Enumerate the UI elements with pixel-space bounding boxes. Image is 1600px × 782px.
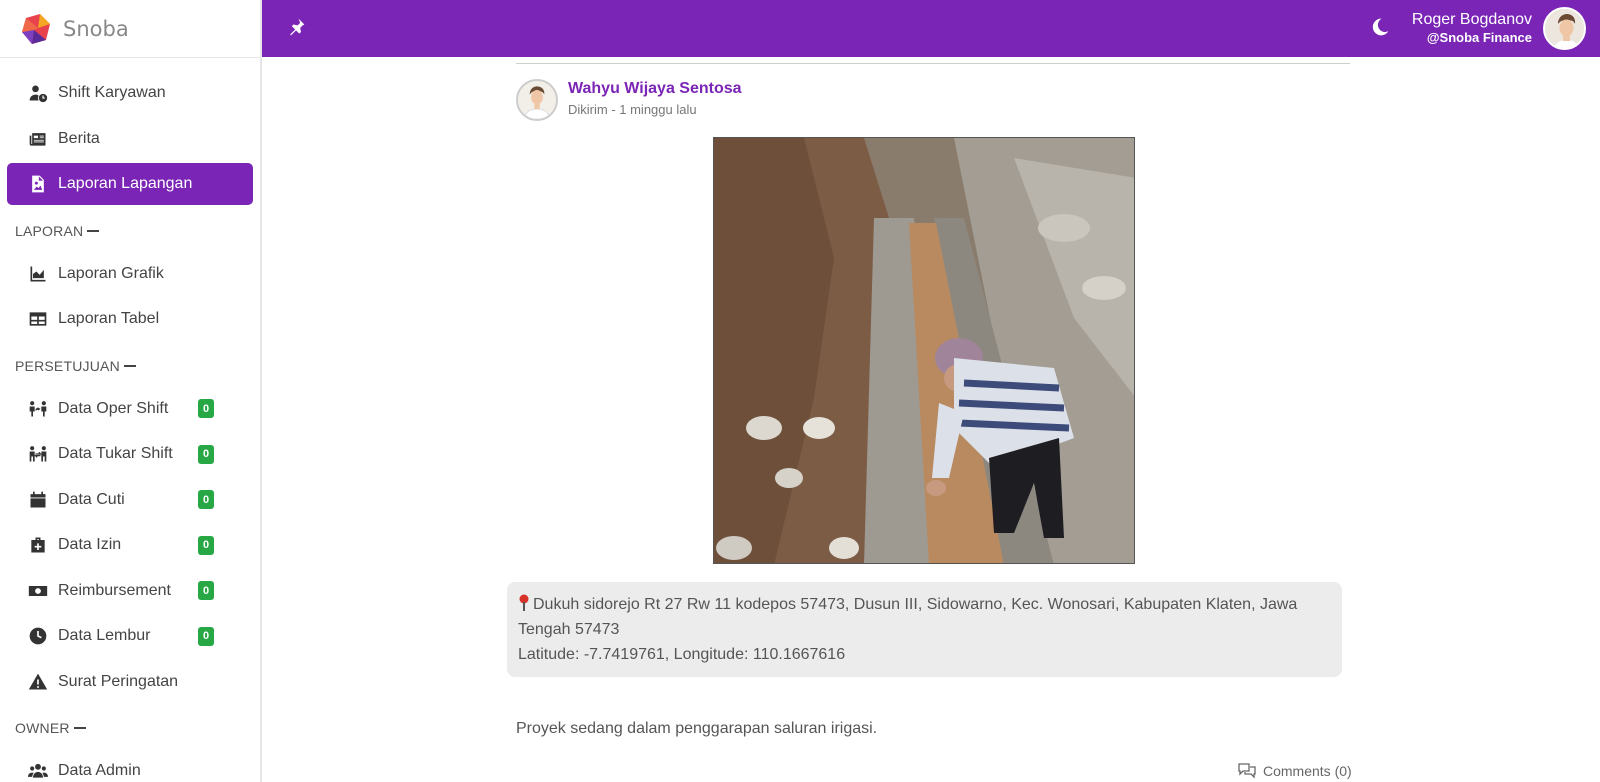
count-badge: 0 — [198, 490, 214, 509]
dark-mode-toggle-icon[interactable] — [1370, 17, 1392, 39]
sidebar-item-label: Laporan Lapangan — [58, 175, 193, 192]
collapse-icon — [87, 229, 100, 232]
sidebar-item-label: Data Izin — [58, 536, 122, 553]
comments-label: Comments (0) — [1263, 763, 1352, 779]
pin-icon[interactable] — [286, 17, 306, 37]
snoba-logo-icon — [22, 13, 50, 44]
section-persetujuan[interactable]: PERSETUJUAN — [0, 344, 260, 388]
count-badge: 0 — [198, 581, 214, 600]
sidebar-item-shift-karyawan[interactable]: Shift Karyawan — [7, 72, 253, 114]
sidebar-item-label: Berita — [58, 129, 100, 147]
people-exchange-icon — [27, 443, 49, 465]
sidebar-item-label: Data Cuti — [58, 490, 125, 508]
sidebar-item-data-admin[interactable]: Data Admin — [7, 750, 253, 782]
post-caption: Proyek sedang dalam penggarapan saluran … — [516, 720, 878, 737]
section-laporan[interactable]: LAPORAN — [0, 209, 260, 253]
sidebar-item-berita[interactable]: Berita — [7, 118, 253, 160]
sidebar-item-label: Data Lembur — [58, 627, 151, 644]
sidebar-nav: Shift Karyawan Berita Laporan Lapangan L… — [0, 58, 260, 782]
money-bill-icon — [27, 580, 49, 602]
field-report-photo[interactable] — [713, 137, 1135, 564]
sidebar-item-reimbursement[interactable]: Reimbursement 0 — [7, 570, 253, 612]
sidebar-item-label: Surat Peringatan — [58, 672, 179, 690]
users-icon — [27, 760, 49, 782]
sidebar-item-label: Laporan Grafik — [58, 264, 164, 282]
count-badge: 0 — [198, 626, 214, 646]
sidebar-item-data-cuti[interactable]: Data Cuti 0 — [7, 479, 253, 521]
warning-icon — [27, 671, 49, 693]
sidebar-item-label: Data Tukar Shift — [58, 445, 173, 462]
section-label: OWNER — [15, 720, 70, 736]
post-author-avatar[interactable] — [516, 79, 558, 121]
collapse-icon — [123, 364, 136, 367]
sidebar-item-laporan-grafik[interactable]: Laporan Grafik — [7, 253, 253, 295]
topbar: Roger Bogdanov @Snoba Finance — [262, 0, 1600, 57]
comments-icon — [1238, 763, 1256, 779]
collapse-icon — [73, 727, 86, 729]
post-author-name[interactable]: Wahyu Wijaya Sentosa — [568, 80, 742, 98]
chart-area-icon — [27, 263, 49, 285]
sidebar-item-data-tukar-shift[interactable]: Data Tukar Shift 0 — [7, 433, 253, 475]
sidebar-item-data-lembur[interactable]: Data Lembur 0 — [7, 615, 253, 657]
section-label: LAPORAN — [15, 222, 84, 239]
count-badge: 0 — [198, 444, 214, 464]
location-coordinates: Latitude: -7.7419761, Longitude: 110.166… — [518, 646, 846, 663]
location-info: Dukuh sidorejo Rt 27 Rw 11 kodepos 57473… — [507, 582, 1342, 677]
brand-name: Snoba — [63, 16, 129, 41]
calendar-icon — [27, 489, 49, 511]
post-time: Dikirim - 1 minggu lalu — [568, 102, 697, 117]
divider — [516, 63, 1350, 64]
brand[interactable]: Snoba — [0, 0, 260, 58]
sidebar: Snoba Shift Karyawan Berita Laporan Lapa… — [0, 0, 262, 782]
sidebar-item-laporan-lapangan[interactable]: Laporan Lapangan — [7, 163, 253, 205]
section-owner[interactable]: OWNER — [0, 706, 260, 750]
comments-link[interactable]: Comments (0) — [1237, 762, 1352, 780]
sidebar-item-label: Data Admin — [58, 762, 141, 779]
sidebar-item-label: Laporan Tabel — [58, 310, 160, 327]
file-image-icon — [27, 173, 49, 195]
sidebar-item-laporan-tabel[interactable]: Laporan Tabel — [7, 298, 253, 340]
sidebar-item-data-izin[interactable]: Data Izin 0 — [7, 524, 253, 566]
avatar[interactable] — [1543, 7, 1586, 50]
user-name: Roger Bogdanov — [1411, 11, 1532, 28]
table-icon — [27, 308, 49, 330]
clock-icon — [27, 625, 49, 647]
people-arrows-icon — [27, 398, 49, 420]
user-menu[interactable]: Roger Bogdanov @Snoba Finance — [1412, 10, 1532, 46]
count-badge: 0 — [198, 399, 214, 418]
main-content: Wahyu Wijaya Sentosa Dikirim - 1 minggu … — [264, 57, 1600, 782]
map-pin-icon — [519, 594, 529, 611]
sidebar-item-data-oper-shift[interactable]: Data Oper Shift 0 — [7, 388, 253, 430]
newspaper-icon — [27, 128, 49, 150]
user-org: @Snoba Finance — [1426, 30, 1532, 45]
sidebar-item-label: Data Oper Shift — [58, 399, 169, 417]
user-clock-icon — [27, 82, 49, 104]
sidebar-item-label: Reimbursement — [58, 581, 171, 599]
medkit-icon — [27, 534, 49, 556]
count-badge: 0 — [198, 535, 214, 555]
sidebar-item-label: Shift Karyawan — [58, 84, 166, 101]
section-label: PERSETUJUAN — [15, 357, 120, 374]
location-address: Dukuh sidorejo Rt 27 Rw 11 kodepos 57473… — [518, 596, 1298, 638]
sidebar-item-surat-peringatan[interactable]: Surat Peringatan — [7, 661, 253, 703]
